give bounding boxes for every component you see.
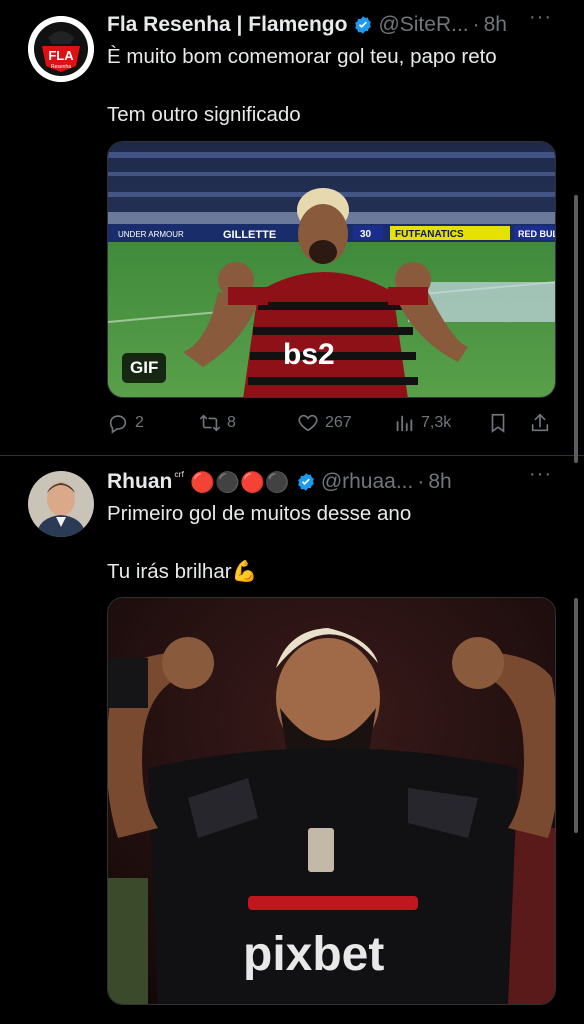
bookmark-icon: [491, 413, 505, 433]
like-count: 267: [325, 414, 352, 431]
avatar[interactable]: [28, 471, 94, 537]
like-button[interactable]: 267: [297, 412, 352, 434]
more-icon[interactable]: ···: [529, 463, 552, 486]
share-icon: [531, 413, 549, 432]
retweet-button[interactable]: 8: [199, 412, 236, 434]
bookmark-button[interactable]: [487, 412, 509, 434]
verified-badge-icon: [296, 472, 316, 492]
reply-icon: [109, 415, 127, 434]
timestamp[interactable]: 8h: [484, 13, 507, 37]
heart-icon: [298, 414, 318, 432]
author-name[interactable]: Rhuan: [107, 470, 172, 494]
scrollbar[interactable]: [574, 598, 578, 833]
avatar[interactable]: FLA Resenha: [28, 16, 94, 82]
views-count: 7,3k: [421, 414, 452, 431]
svg-text:GILLETTE: GILLETTE: [223, 229, 276, 241]
tweet-gif[interactable]: UNDER ARMOUR GILLETTE 30 FUTFANATICS RED…: [107, 141, 556, 398]
separator-dot: ·: [417, 470, 425, 493]
tweet-fla-resenha[interactable]: FLA Resenha Fla Resenha | Flamengo @Site…: [0, 0, 584, 456]
name-suffix: ᶜʳᶠ: [174, 469, 185, 483]
svg-text:30: 30: [360, 229, 372, 240]
tweet-divider: [0, 455, 584, 456]
timestamp[interactable]: 8h: [428, 470, 451, 494]
author-handle[interactable]: @SiteR...: [378, 13, 468, 37]
tweet-header: Rhuan ᶜʳᶠ 🔴⚫🔴⚫ @rhuaa... · 8h ···: [107, 463, 584, 497]
scrollbar[interactable]: [574, 195, 578, 463]
tweet-actions: 2 8 267 7,3k: [107, 408, 555, 438]
reply-count: 2: [135, 414, 144, 431]
reply-button[interactable]: 2: [107, 412, 144, 434]
views-chart-icon: [396, 415, 413, 432]
tweet-header: Fla Resenha | Flamengo @SiteR... · 8h ··…: [107, 6, 584, 40]
more-icon[interactable]: ···: [529, 6, 552, 29]
svg-text:FUTFANATICS: FUTFANATICS: [395, 229, 464, 240]
author-handle[interactable]: @rhuaa...: [321, 470, 414, 494]
retweet-icon: [200, 414, 220, 432]
views-button[interactable]: 7,3k: [393, 412, 451, 434]
tweet-text-line1: È muito bom comemorar gol teu, papo reto: [107, 45, 497, 68]
separator-dot: ·: [472, 13, 480, 36]
tweet-text-line2: Tem outro significado: [107, 103, 301, 126]
share-button[interactable]: [529, 412, 551, 434]
tweet-text-line2: Tu irás brilhar💪: [107, 560, 258, 583]
tweet-text-line1: Primeiro gol de muitos desse ano: [107, 502, 412, 525]
verified-badge-icon: [353, 15, 373, 35]
svg-text:FLA: FLA: [48, 48, 74, 63]
tweet-rhuan[interactable]: Rhuan ᶜʳᶠ 🔴⚫🔴⚫ @rhuaa... · 8h ··· Primei…: [0, 457, 584, 1017]
svg-text:UNDER ARMOUR: UNDER ARMOUR: [118, 230, 184, 239]
name-emoji: 🔴⚫🔴⚫: [190, 471, 290, 494]
retweet-count: 8: [227, 414, 236, 431]
svg-text:RED BULL: RED BULL: [518, 229, 556, 239]
gif-badge: GIF: [122, 353, 167, 383]
svg-text:Resenha: Resenha: [51, 64, 71, 70]
author-name[interactable]: Fla Resenha | Flamengo: [107, 13, 347, 37]
svg-text:pixbet: pixbet: [243, 928, 384, 981]
svg-text:bs2: bs2: [283, 338, 335, 371]
tweet-image[interactable]: pixbet: [107, 597, 556, 1005]
